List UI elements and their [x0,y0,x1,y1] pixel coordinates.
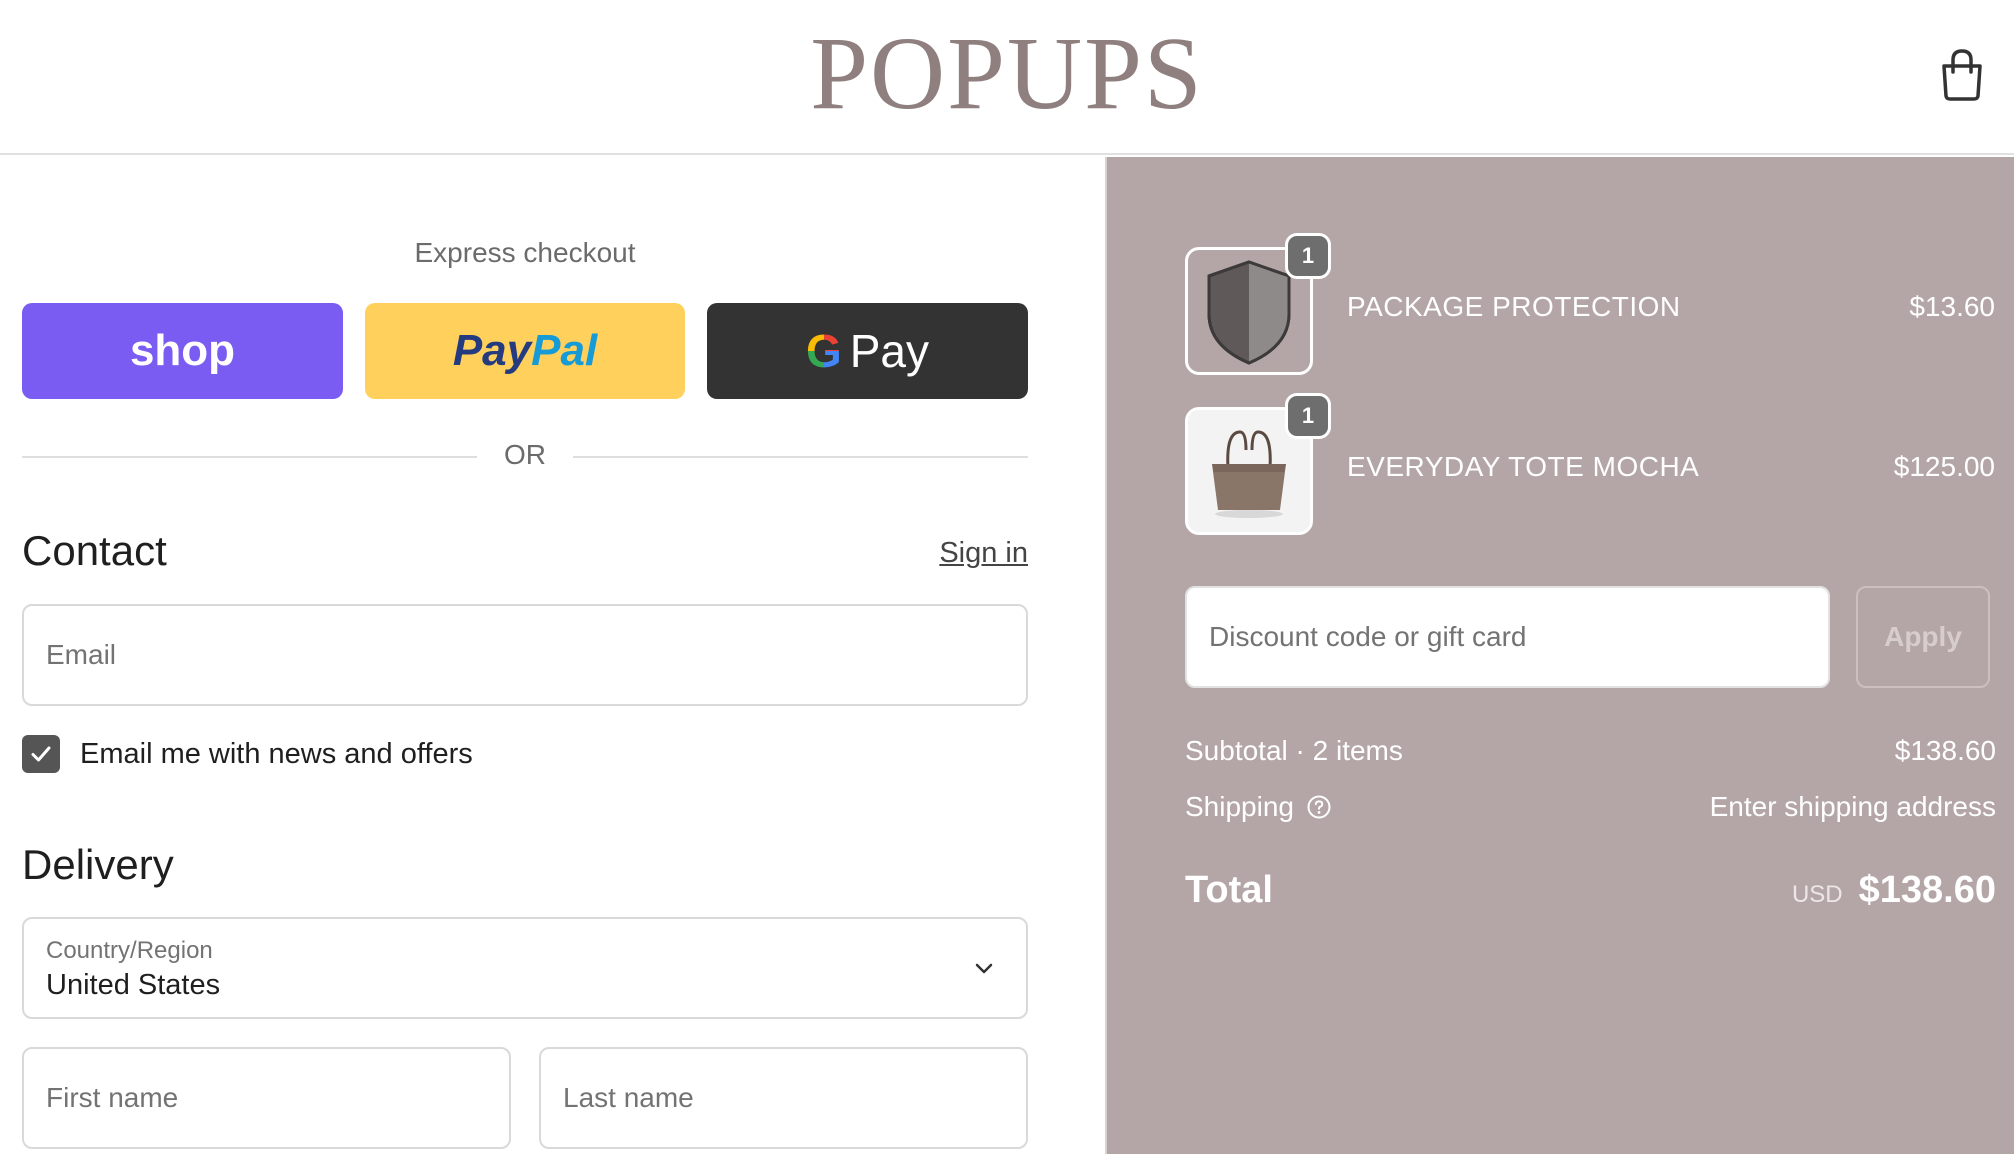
subtotal-label: Subtotal · 2 items [1185,735,1403,766]
country-value: United States [46,969,221,1001]
shipping-label: Shipping [1185,791,1294,822]
item-price: $13.60 [1909,291,1995,322]
site-header: POPUPS [0,0,2014,155]
order-summary: 1 PACKAGE PROTECTION $13.60 1 EVERYDAY T… [1105,157,2014,1154]
first-name-input[interactable] [24,1049,509,1147]
total-label: Total [1185,869,1273,911]
store-logo[interactable]: POPUPS [0,22,2014,126]
sign-in-link[interactable]: Sign in [939,537,1028,570]
shop-pay-button[interactable]: shop [22,303,343,399]
or-divider: OR [22,437,1028,477]
country-caption: Country/Region [46,937,213,964]
shop-pay-label: shop [129,326,236,375]
checkout-form: Express checkout shop Pay Pal G Pay OR Co… [0,157,1105,1154]
last-name-input[interactable] [541,1049,1026,1147]
checkmark-icon [31,746,51,762]
country-select[interactable]: Country/Region United States [22,917,1028,1019]
shipping-value: Enter shipping address [1709,791,1996,822]
email-field[interactable] [22,604,1028,706]
or-label: OR [504,439,546,470]
contact-title: Contact [22,527,167,574]
shipping-row: Shipping Enter shipping address [1185,791,1996,831]
google-g-icon: G [805,325,842,377]
newsletter-checkbox[interactable] [22,735,60,773]
quantity-badge: 1 [1285,233,1331,279]
line-item: 1 EVERYDAY TOTE MOCHA $125.00 [1185,393,1995,535]
paypal-label-part1: Pay [452,326,532,375]
express-checkout-title: Express checkout [414,237,636,268]
total-value: $138.60 [1858,869,1996,911]
item-name: PACKAGE PROTECTION [1347,291,1681,322]
subtotal-value: $138.60 [1894,735,1996,766]
divider-line [573,456,1028,458]
item-price: $125.00 [1893,451,1995,482]
google-pay-button[interactable]: G Pay [707,303,1028,399]
delivery-title: Delivery [22,841,174,888]
line-item: 1 PACKAGE PROTECTION $13.60 [1185,233,1995,375]
item-name: EVERYDAY TOTE MOCHA [1347,451,1700,482]
paypal-label-part2: Pal [531,326,598,375]
last-name-field[interactable] [539,1047,1028,1149]
newsletter-checkbox-row[interactable]: Email me with news and offers [22,735,473,773]
subtotal-row: Subtotal · 2 items $138.60 [1185,735,1996,775]
total-row: Total USD $138.60 [1185,869,1996,919]
newsletter-label: Email me with news and offers [80,737,473,770]
chevron-down-icon [975,963,993,974]
discount-field[interactable] [1185,586,1830,688]
first-name-field[interactable] [22,1047,511,1149]
discount-input[interactable] [1187,588,1828,686]
paypal-button[interactable]: Pay Pal [365,303,685,399]
google-pay-label: Pay [849,325,930,377]
apply-button[interactable]: Apply [1856,586,1990,688]
cart-button[interactable] [1936,46,1988,102]
quantity-badge: 1 [1285,393,1331,439]
help-icon[interactable] [1306,794,1332,820]
currency-code: USD [1791,881,1843,908]
total-amount: USD $138.60 [1792,869,1996,912]
shipping-label-wrap: Shipping [1185,791,1332,823]
email-input[interactable] [24,606,1026,704]
shopping-bag-icon [1942,49,1982,101]
